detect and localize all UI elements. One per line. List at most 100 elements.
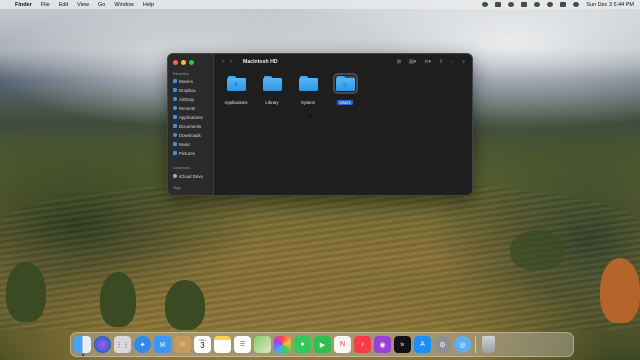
spotlight-search-icon[interactable] xyxy=(547,2,554,7)
sidebar-item-label: iCloud Drive xyxy=(179,173,203,179)
dock-maps-icon[interactable] xyxy=(254,336,271,353)
dock-news-icon[interactable]: N xyxy=(334,336,351,353)
dock-finder-icon[interactable] xyxy=(74,336,91,356)
sidebar-item-applications[interactable]: Applications xyxy=(173,113,203,121)
dock-tv-icon[interactable]: tv xyxy=(394,336,411,353)
menu-help[interactable]: Help xyxy=(143,2,154,8)
zoom-button[interactable] xyxy=(189,60,194,65)
sidebar-item-movies[interactable]: Movies xyxy=(173,77,193,85)
icon-view-icon[interactable]: ⊞ xyxy=(397,59,401,65)
document-icon xyxy=(173,124,177,128)
menu-bar: Finder File Edit View Go Window Help Sun… xyxy=(0,0,640,9)
dropbox-status-icon[interactable] xyxy=(495,2,502,7)
sidebar-item-documents[interactable]: Documents xyxy=(173,122,201,130)
sidebar-item-recents[interactable]: Recents xyxy=(173,104,195,112)
dock-photos-icon[interactable] xyxy=(274,336,291,353)
minimize-button[interactable] xyxy=(181,60,186,65)
forward-button[interactable]: › xyxy=(227,59,235,65)
music-icon xyxy=(173,142,177,146)
sidebar-item-downloads[interactable]: Downloads xyxy=(173,131,201,139)
wallpaper-tree xyxy=(165,280,205,330)
wifi-icon[interactable] xyxy=(534,2,541,7)
file-browser: A Applications Library System ◎ Users xyxy=(214,70,472,195)
menu-go[interactable]: Go xyxy=(98,2,105,8)
cloud-icon xyxy=(173,174,177,178)
menu-clock[interactable]: Sun Dec 3 5:44 PM xyxy=(586,2,634,8)
menu-file[interactable]: File xyxy=(41,2,50,8)
photo-icon xyxy=(173,151,177,155)
sidebar-item-label: Documents xyxy=(179,123,202,129)
dock-facetime-icon[interactable]: ▶ xyxy=(314,336,331,353)
search-icon[interactable]: ⌕ xyxy=(462,59,465,65)
share-icon[interactable]: ⇧ xyxy=(439,59,443,65)
sidebar-item-airdrop[interactable]: AirDrop xyxy=(173,95,194,103)
folder-applications[interactable]: A Applications xyxy=(220,76,252,109)
sidebar-item-label: Dropbox xyxy=(179,87,196,93)
menu-edit[interactable]: Edit xyxy=(59,2,68,8)
dock-system-settings-icon[interactable]: ⚙ xyxy=(434,336,451,353)
group-icon[interactable]: ▤▾ xyxy=(409,59,416,65)
dock-contacts-icon[interactable]: ☺ xyxy=(174,336,191,353)
dock-podcasts-icon[interactable]: ◉ xyxy=(374,336,391,353)
dock-preview-icon[interactable]: ◎ xyxy=(454,336,471,353)
menu-window[interactable]: Window xyxy=(114,2,134,8)
display-icon[interactable] xyxy=(508,2,515,7)
dock-launchpad-icon[interactable]: ⋮⋮ xyxy=(114,336,131,353)
dock-separator xyxy=(475,336,476,353)
sidebar-item-label: Applications xyxy=(179,114,203,120)
wallpaper-tree xyxy=(510,230,565,270)
back-button[interactable]: ‹ xyxy=(219,59,227,65)
control-center-icon[interactable] xyxy=(560,2,567,7)
dock-siri-icon[interactable] xyxy=(94,336,111,353)
sidebar-header-locations: Locations xyxy=(173,166,190,170)
airdrop-icon xyxy=(173,97,177,101)
action-icon[interactable]: ⊙▾ xyxy=(424,59,431,65)
sidebar-item-music[interactable]: Music xyxy=(173,140,190,148)
mouse-cursor: ➤ xyxy=(308,114,314,121)
dock-mail-icon[interactable]: ✉ xyxy=(154,336,171,353)
menu-view[interactable]: View xyxy=(77,2,89,8)
finder-sidebar: Favorites Movies Dropbox AirDrop Recents… xyxy=(168,54,214,195)
menu-app-finder[interactable]: Finder xyxy=(15,2,32,8)
sidebar-item-label: AirDrop xyxy=(179,96,194,102)
dock-messages-icon[interactable]: ● xyxy=(294,336,311,353)
record-icon[interactable] xyxy=(482,2,489,7)
clock-icon xyxy=(173,106,177,110)
dock-safari-icon[interactable]: ✦ xyxy=(134,336,151,353)
folder-icon: A xyxy=(226,76,246,91)
wallpaper-tree xyxy=(600,258,640,323)
folder-icon xyxy=(262,76,282,91)
folder-icon xyxy=(298,76,318,91)
siri-icon[interactable] xyxy=(573,2,580,7)
sidebar-item-icloud-drive[interactable]: iCloud Drive xyxy=(173,172,203,180)
dock-notes-icon[interactable] xyxy=(214,336,231,353)
finder-window: Favorites Movies Dropbox AirDrop Recents… xyxy=(167,53,473,196)
sidebar-header-favorites: Favorites xyxy=(173,72,189,76)
dock-app-store-icon[interactable]: A xyxy=(414,336,431,353)
dock-calendar-icon[interactable]: DEC 3 xyxy=(194,336,211,353)
folder-label: System xyxy=(300,100,316,105)
sidebar-item-label: Pictures xyxy=(179,150,195,156)
wallpaper-tree xyxy=(6,262,46,322)
folder-users[interactable]: ◎ Users xyxy=(329,73,361,109)
folder-label: Users xyxy=(337,100,353,105)
folder-label: Applications xyxy=(224,100,248,105)
folder-system[interactable]: System xyxy=(292,76,324,109)
sidebar-item-dropbox[interactable]: Dropbox xyxy=(173,86,196,94)
sidebar-item-pictures[interactable]: Pictures xyxy=(173,149,195,157)
sidebar-item-label: Recents xyxy=(179,105,196,111)
sidebar-item-label: Music xyxy=(179,141,191,147)
window-controls xyxy=(173,60,194,65)
wallpaper-tree xyxy=(100,272,136,327)
battery-icon[interactable] xyxy=(521,2,528,7)
window-title: Macintosh HD xyxy=(243,59,278,65)
tag-icon[interactable]: ◌ xyxy=(451,59,454,65)
dock-music-icon[interactable]: ♪ xyxy=(354,336,371,353)
film-icon xyxy=(173,79,177,83)
dock-trash-icon[interactable] xyxy=(481,336,495,353)
dock-reminders-icon[interactable]: ☰ xyxy=(234,336,251,353)
folder-label: Library xyxy=(265,100,279,105)
dropbox-icon xyxy=(173,88,177,92)
folder-library[interactable]: Library xyxy=(256,76,288,109)
close-button[interactable] xyxy=(173,60,178,65)
